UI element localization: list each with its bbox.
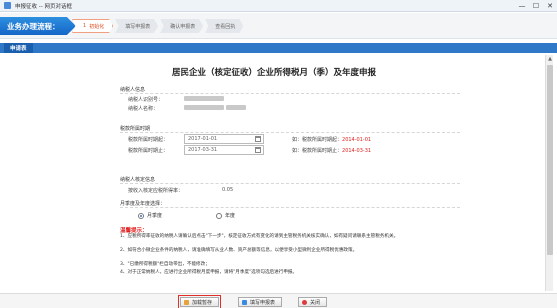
period-heading: 税款所属时期 [120, 126, 151, 132]
edit-icon [242, 299, 247, 305]
page-title: 居民企业（核定征收）企业所得税月（季）及年度申报 [171, 68, 376, 78]
period-start-value: 2017-01-01 [188, 136, 218, 142]
taxpayer-id-value [184, 96, 224, 102]
step-fill-form: 填写申报表 [115, 19, 159, 33]
process-bar: 业务办理流程： 1 初始化 填写申报表 确认申报表 查看回执 [0, 13, 557, 39]
hint-prefix: 如：税款所属时期止： [292, 148, 343, 154]
step-label: 填写申报表 [125, 23, 151, 30]
window-titlebar: 申报征收 -- 网页对话框 — ☐ ✕ [0, 0, 557, 12]
hint-example: 2014-01-01 [342, 137, 372, 143]
warning-title: 温馨提示： [120, 228, 148, 234]
radio-unselected-icon[interactable] [216, 212, 222, 219]
divider [120, 207, 460, 208]
divider [120, 183, 460, 184]
period-end-label: 税款所属时期止： [128, 148, 169, 154]
radio-selected-icon[interactable] [138, 212, 144, 219]
divider [120, 93, 460, 94]
maximize-icon[interactable]: ☐ [529, 0, 543, 12]
close-icon [302, 299, 307, 305]
hint-example: 2014-03-31 [342, 148, 372, 154]
step-label: 查看回执 [215, 23, 236, 30]
button-label: 加载暂存 [192, 299, 213, 306]
period-option-heading: 月季度及年度选择： [120, 201, 166, 207]
process-label: 业务办理流程： [0, 17, 76, 35]
vertical-scrollbar[interactable]: ▲ [545, 55, 553, 291]
process-steps: 1 初始化 填写申报表 确认申报表 查看回执 [72, 19, 245, 33]
period-start-hint: 如：税款所属时期起：2014-01-01 [292, 136, 371, 143]
step-label: 初始化 [89, 23, 105, 30]
calendar-icon[interactable] [255, 136, 261, 142]
radio-quarter[interactable]: 月季度 [138, 212, 162, 219]
step-number: 1 [83, 23, 87, 29]
section-header: 申请表 [0, 43, 557, 53]
redacted-value [184, 96, 224, 101]
hint-prefix: 如：税款所属时期起： [292, 137, 343, 143]
scroll-thumb[interactable] [547, 65, 553, 255]
rate-value: 0.05 [222, 187, 234, 193]
redacted-value [225, 105, 246, 110]
step-init: 1 初始化 [72, 19, 114, 33]
period-start-input[interactable]: 2017-01-01 [184, 134, 264, 144]
draft-icon [184, 299, 189, 305]
warning-line: 3、"已缴所得税额"栏自动带出，不能修改； [120, 262, 210, 267]
button-label: 关闭 [310, 299, 321, 306]
radio-label: 年度 [225, 213, 236, 219]
step-view-receipt: 查看回执 [205, 19, 244, 33]
warning-line: 2、如符合小微企业条件的纳税人，请准确填写从业人数、资产总额等信息，以便享受小型… [120, 248, 358, 253]
window-title: 申报征收 -- 网页对话框 [15, 3, 72, 10]
scroll-up-icon[interactable]: ▲ [546, 55, 554, 63]
period-start-label: 税款所属时期起： [128, 137, 169, 143]
divider [120, 132, 460, 133]
tab-application-form[interactable]: 申请表 [4, 43, 33, 53]
taxpayer-id-label: 纳税人识别号： [128, 97, 164, 103]
redacted-value [184, 105, 224, 110]
warning-line: 1、应税所得率征收的纳税人请确认后点击"下一步"，核定征收方式有变化的请到主管税… [120, 234, 399, 239]
period-end-hint: 如：税款所属时期止：2014-03-31 [292, 147, 371, 154]
fill-form-button[interactable]: 填写申报表 [238, 297, 283, 307]
period-end-input[interactable]: 2017-03-31 [184, 145, 264, 155]
close-button[interactable]: 关闭 [298, 297, 328, 307]
load-draft-button[interactable]: 加载暂存 [177, 295, 222, 308]
window-controls: — ☐ ✕ [515, 0, 557, 12]
radio-year[interactable]: 年度 [216, 212, 235, 219]
approval-info-heading: 纳税人核定信息 [120, 177, 156, 183]
taxpayer-name-value [184, 105, 246, 111]
rate-label: 按收入核定应税所得率： [128, 188, 184, 194]
radio-label: 月季度 [147, 213, 163, 219]
button-bar: 加载暂存 填写申报表 关闭 [0, 293, 557, 308]
app-icon [4, 2, 11, 9]
form-content: 居民企业（核定征收）企业所得税月（季）及年度申报 纳税人信息 纳税人识别号： 纳… [4, 55, 544, 291]
step-label: 确认申报表 [170, 23, 196, 30]
taxpayer-info-heading: 纳税人信息 [120, 87, 146, 93]
taxpayer-name-label: 纳税人名称： [128, 106, 159, 112]
close-icon[interactable]: ✕ [543, 0, 557, 12]
step-confirm-form: 确认申报表 [160, 19, 204, 33]
minimize-icon[interactable]: — [515, 0, 529, 12]
period-end-value: 2017-03-31 [188, 147, 218, 153]
button-label: 填写申报表 [250, 299, 276, 306]
warning-line: 4、对于正常纳税人，应进行企业所得税月度申报，请将"月季度"选项勾选后进行申报。 [120, 270, 298, 275]
calendar-icon[interactable] [255, 147, 261, 153]
